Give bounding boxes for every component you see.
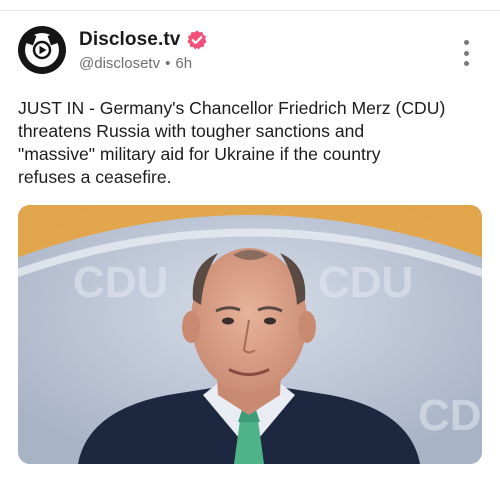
- meta-separator: •: [165, 55, 171, 72]
- background-cdu-text-3: CDU: [418, 391, 482, 440]
- author-meta: @disclosetv • 6h: [79, 55, 192, 72]
- author-display-name[interactable]: Disclose.tv: [79, 29, 180, 51]
- background-cdu-text-1: CDU: [73, 258, 168, 307]
- avatar-ear-right: [47, 32, 61, 46]
- more-options-button[interactable]: [458, 40, 474, 66]
- verified-badge-icon: [186, 29, 208, 51]
- more-vertical-icon: [463, 40, 469, 45]
- post-text: JUST IN - Germany's Chancellor Friedrich…: [18, 98, 446, 187]
- post-card: Disclose.tv @disclosetv • 6h JUST IN - G…: [0, 0, 500, 481]
- avatar[interactable]: [18, 26, 66, 74]
- post-image[interactable]: CDU CDU CDU: [18, 205, 482, 464]
- background-cdu-text-2: CDU: [318, 258, 413, 307]
- author-handle[interactable]: @disclosetv: [79, 55, 160, 72]
- author-name-row: Disclose.tv: [79, 29, 208, 51]
- post-timestamp: 6h: [175, 55, 193, 72]
